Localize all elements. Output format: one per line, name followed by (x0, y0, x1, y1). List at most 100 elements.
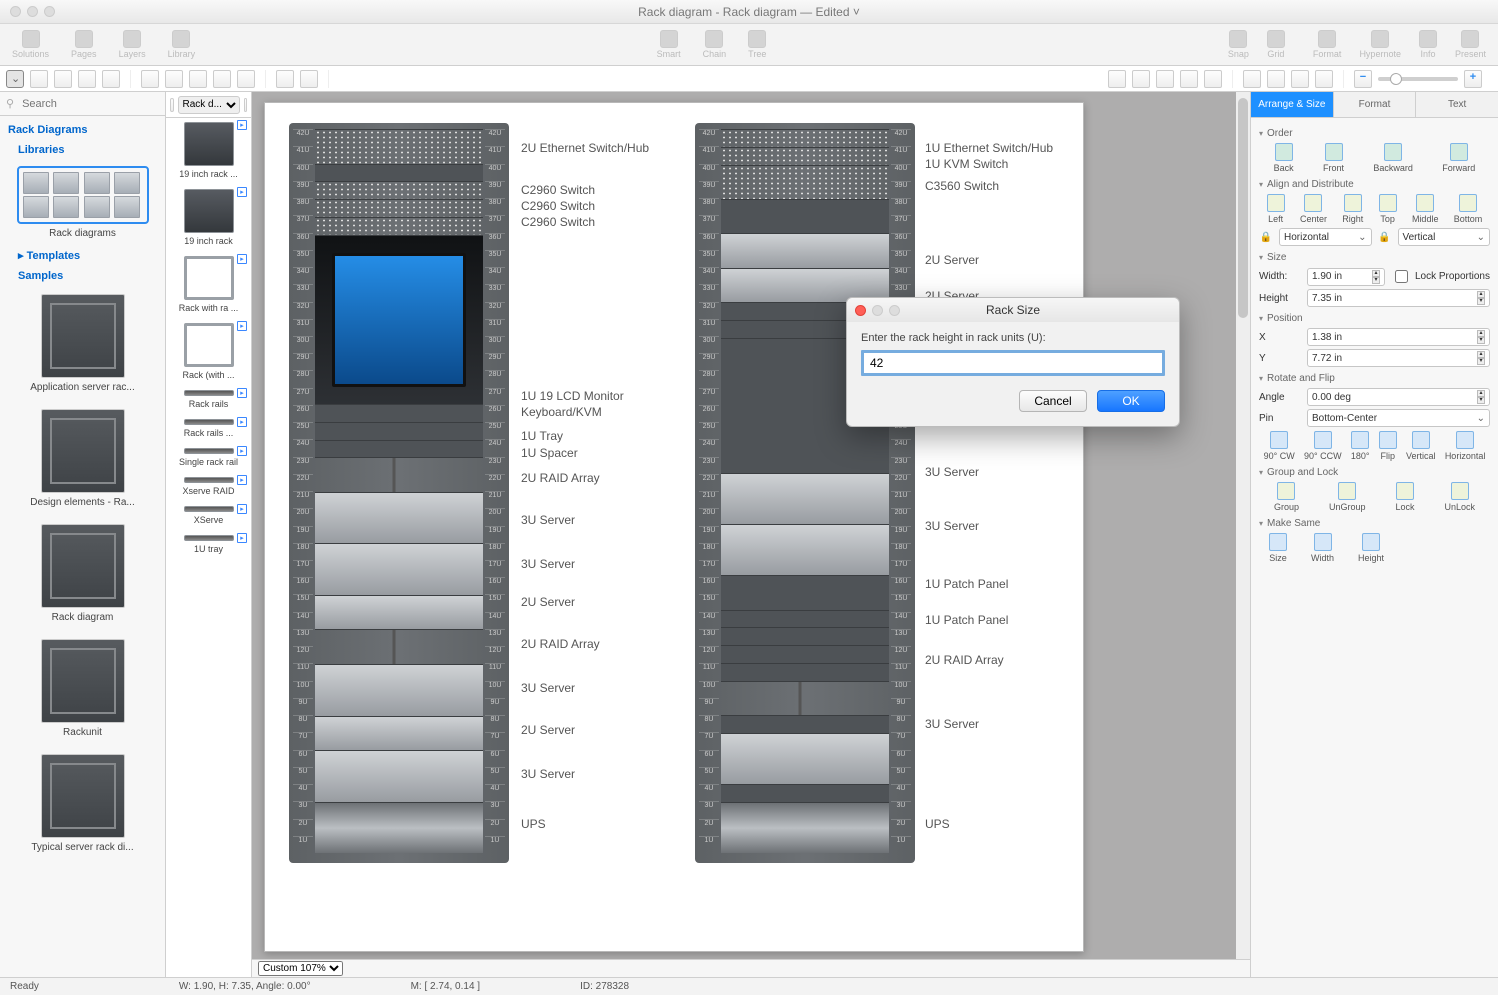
shapes-menu[interactable] (244, 98, 248, 112)
90-cw-button[interactable]: 90° CW (1264, 431, 1295, 461)
expand-icon[interactable]: ▸ (237, 120, 247, 130)
group-button[interactable]: Group (1274, 482, 1299, 512)
rotate-tool[interactable] (1108, 70, 1126, 88)
unit-kvm-switch[interactable] (721, 147, 889, 165)
unit-server[interactable] (721, 524, 889, 575)
roundrect-tool[interactable] (78, 70, 96, 88)
expand-icon[interactable]: ▸ (237, 504, 247, 514)
unit-server[interactable] (315, 664, 483, 715)
unit-server[interactable] (721, 233, 889, 267)
expand-icon[interactable]: ▸ (237, 417, 247, 427)
shape-item[interactable]: XServe▸ (172, 506, 245, 525)
shape-item[interactable]: Rack (with ...▸ (172, 323, 245, 380)
unit-raid[interactable] (315, 629, 483, 664)
unit-raid[interactable] (315, 457, 483, 492)
tab-arrange[interactable]: Arrange & Size (1251, 92, 1333, 118)
unit-switch[interactable] (315, 181, 483, 199)
brush-tool[interactable] (1315, 70, 1333, 88)
rack-height-input[interactable] (861, 350, 1165, 376)
unit-raid[interactable] (721, 681, 889, 715)
expand-icon[interactable]: ▸ (237, 187, 247, 197)
align-header[interactable]: Align and Distribute (1259, 179, 1490, 190)
shape-item[interactable]: Rack rails▸ (172, 390, 245, 409)
group-header[interactable]: Group and Lock (1259, 467, 1490, 478)
tool-tree[interactable]: Tree (744, 30, 770, 59)
ungroup-button[interactable]: UnGroup (1329, 482, 1366, 512)
tool-library[interactable]: Library (164, 30, 200, 59)
width-button[interactable]: Width (1311, 533, 1334, 563)
max-dot[interactable] (44, 6, 55, 17)
tool-info[interactable]: Info (1415, 30, 1441, 59)
tool-present[interactable]: Present (1451, 30, 1490, 59)
left-button[interactable]: Left (1267, 194, 1285, 224)
lock-button[interactable]: Lock (1395, 482, 1414, 512)
zoom-out-button[interactable]: − (1354, 70, 1372, 88)
order-header[interactable]: Order (1259, 128, 1490, 139)
expand-icon[interactable]: ▸ (237, 475, 247, 485)
tool-format[interactable]: Format (1309, 30, 1346, 59)
angle-input[interactable]: 0.00 deg▴▾ (1307, 388, 1490, 406)
top-button[interactable]: Top (1379, 194, 1397, 224)
unit-ups[interactable] (315, 802, 483, 853)
tool-chain[interactable]: Chain (699, 30, 731, 59)
unit-gap[interactable] (315, 164, 483, 182)
curve-tool[interactable] (189, 70, 207, 88)
shape-item[interactable]: 19 inch rack▸ (172, 189, 245, 246)
same-header[interactable]: Make Same (1259, 518, 1490, 529)
zoom-in-button[interactable]: + (1464, 70, 1482, 88)
expand-icon[interactable]: ▸ (237, 388, 247, 398)
unit-switch[interactable] (315, 199, 483, 217)
ellipse-tool[interactable] (102, 70, 120, 88)
unit-server[interactable] (721, 473, 889, 524)
unlock-button[interactable]: UnLock (1444, 482, 1475, 512)
unit-server[interactable] (315, 595, 483, 630)
canvas[interactable]: 1U2U3U4U5U6U7U8U9U10U11U12U13U14U15U16U1… (252, 92, 1250, 977)
rect-tool[interactable] (54, 70, 72, 88)
unit-patch-panel[interactable] (721, 645, 889, 663)
pointer-tool[interactable] (6, 70, 24, 88)
pen-tool[interactable] (237, 70, 255, 88)
eyedropper-tool[interactable] (1291, 70, 1309, 88)
text-tool[interactable] (30, 70, 48, 88)
ok-button[interactable]: OK (1097, 390, 1165, 412)
unit-eth-switch[interactable] (721, 129, 889, 147)
size-button[interactable]: Size (1269, 533, 1287, 563)
height-input[interactable]: 7.35 in▴▾ (1307, 289, 1490, 307)
height-button[interactable]: Height (1358, 533, 1384, 563)
nav-rack-diagrams[interactable]: Rack Diagrams (0, 120, 165, 140)
tool-grid[interactable]: Grid (1263, 30, 1289, 59)
back-button[interactable]: Back (1274, 143, 1294, 173)
180--button[interactable]: 180° (1351, 431, 1370, 461)
unit-switch[interactable] (721, 165, 889, 199)
unit-gap[interactable] (721, 575, 889, 609)
sample-item[interactable]: Rackunit (0, 631, 165, 746)
forward-button[interactable]: Forward (1442, 143, 1475, 173)
x-input[interactable]: 1.38 in▴▾ (1307, 328, 1490, 346)
flip-v-tool[interactable] (1156, 70, 1174, 88)
unit-tray[interactable] (315, 422, 483, 440)
pencil-tool[interactable] (213, 70, 231, 88)
sample-item[interactable]: Typical server rack di... (0, 746, 165, 861)
tool-snap[interactable]: Snap (1224, 30, 1253, 59)
expand-icon[interactable]: ▸ (237, 533, 247, 543)
zoom-select[interactable]: Custom 107% (258, 961, 343, 976)
nav-libraries[interactable]: Libraries (0, 140, 165, 160)
width-input[interactable]: 1.90 in▴▾ (1307, 268, 1385, 286)
position-header[interactable]: Position (1259, 313, 1490, 324)
shapes-back[interactable] (170, 98, 174, 112)
shape-item[interactable]: Rack with ra ...▸ (172, 256, 245, 313)
tab-format[interactable]: Format (1333, 92, 1416, 118)
rack-right[interactable]: 1U2U3U4U5U6U7U8U9U10U11U12U13U14U15U16U1… (695, 123, 915, 863)
arc-tool[interactable] (165, 70, 183, 88)
unit-server[interactable] (315, 750, 483, 801)
tool-hypernote[interactable]: Hypernote (1355, 30, 1405, 59)
lock-proportions-checkbox[interactable] (1395, 270, 1408, 283)
horizontal-select[interactable]: Horizontal (1279, 228, 1372, 246)
90-ccw-button[interactable]: 90° CCW (1304, 431, 1342, 461)
sample-item[interactable]: Rack diagram (0, 516, 165, 631)
unit-server[interactable] (315, 716, 483, 751)
tool-solutions[interactable]: Solutions (8, 30, 53, 59)
nav-samples[interactable]: Samples (0, 266, 165, 286)
vertical-button[interactable]: Vertical (1406, 431, 1436, 461)
connector-tool[interactable] (276, 70, 294, 88)
